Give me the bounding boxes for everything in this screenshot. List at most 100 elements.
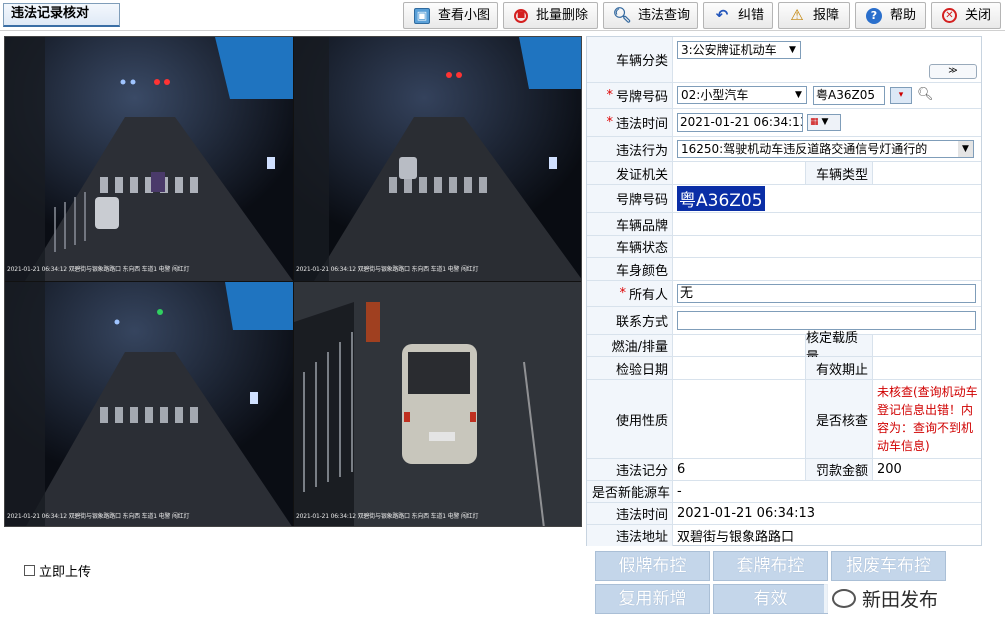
chevron-down-icon: ▼ xyxy=(789,45,796,55)
new-energy-value: - xyxy=(677,484,682,499)
valid-until-label: 有效期止 xyxy=(805,357,873,379)
plate-type-row: * 号牌号码 02:小型汽车 ▼ 粤A36Z05 ▾ 🔍︎ xyxy=(587,83,981,109)
fake-plate-control-button[interactable]: 假牌布控 xyxy=(595,551,710,581)
valid-button[interactable]: 有效 xyxy=(713,584,828,614)
batch-delete-button[interactable]: ■ 批量删除 xyxy=(503,2,598,29)
expand-toggle-button[interactable]: ≫ xyxy=(929,64,977,79)
new-energy-row: 是否新能源车 - xyxy=(587,481,981,503)
checkbox-box[interactable] xyxy=(24,565,35,576)
owner-row: * 所有人 无 xyxy=(587,281,981,307)
vehicle-type-value xyxy=(873,162,981,184)
keyboard-icon: ▾ xyxy=(898,90,904,100)
vehicle-category-select[interactable]: 3:公安牌证机动车 ▼ xyxy=(677,41,801,59)
inspection-date-value xyxy=(673,357,805,379)
violation-act-select[interactable]: 16250:驾驶机动车违反道路交通信号灯通行的 ▼ xyxy=(677,140,974,158)
calendar-icon: ▦ xyxy=(810,117,819,127)
search-icon[interactable]: 🔍︎ xyxy=(917,87,934,102)
body-color-label: 车身颜色 xyxy=(587,258,673,280)
vehicle-brand-row: 车辆品牌 xyxy=(587,213,981,236)
watermark-text: 新田发布 xyxy=(861,588,938,611)
upload-now-checkbox[interactable]: 立即上传 xyxy=(24,561,91,580)
upload-now-label: 立即上传 xyxy=(39,565,92,580)
batch-delete-label: 批量删除 xyxy=(536,8,589,23)
report-fault-button[interactable]: ⚠ 报障 xyxy=(778,2,850,29)
view-thumbnail-label: 查看小图 xyxy=(438,8,491,23)
module-tab[interactable]: 违法记录核对 xyxy=(3,3,120,27)
warning-icon: ⚠ xyxy=(790,6,804,24)
owner-input[interactable]: 无 xyxy=(677,284,976,303)
violation-query-button[interactable]: 🔍︎ 违法查询 xyxy=(603,2,698,29)
fuel-label: 燃油/排量 xyxy=(587,335,673,356)
capture-image-1-drawing xyxy=(5,37,293,281)
fuel-row: 燃油/排量 核定载质量 xyxy=(587,331,981,365)
capture-image-4: 2021-01-21 06:34:12 双碧街与银象路路口 东向西 车道1 电警… xyxy=(294,282,581,526)
body-color-value xyxy=(673,258,973,280)
valid-until-value xyxy=(873,357,981,379)
violation-time-row: 违法时间 2021-01-21 06:34:13 xyxy=(587,503,981,525)
capture-caption-2: 2021-01-21 06:34:12 双碧街与银象路路口 东向西 车道1 电警… xyxy=(296,266,479,273)
violation-time-value: 2021-01-21 06:34:13 xyxy=(677,506,816,521)
help-label: 帮助 xyxy=(890,8,917,23)
capture-image-3: 2021-01-21 06:34:12 双碧街与银象路路口 东向西 车道1 电警… xyxy=(5,282,293,526)
new-energy-label: 是否新能源车 xyxy=(587,481,673,502)
capture-image-2: 2021-01-21 06:34:12 双碧街与银象路路口 东向西 车道1 电警… xyxy=(294,37,581,281)
violation-act-row: 违法行为 16250:驾驶机动车违反道路交通信号灯通行的 ▼ xyxy=(587,137,981,162)
violation-act-label: 违法行为 xyxy=(587,137,673,161)
vehicle-status-row: 车辆状态 xyxy=(587,236,981,258)
chevron-down-icon: ▼ xyxy=(958,141,973,157)
view-thumbnail-button[interactable]: ▣ 查看小图 xyxy=(403,2,498,29)
violation-time-edit-row: * 违法时间 2021-01-21 06:34:13 ▦ ▼ xyxy=(587,109,981,137)
rated-load-label: 核定载质量 xyxy=(805,331,873,365)
contact-row: 联系方式 xyxy=(587,307,981,335)
violation-image-panel[interactable]: 2021-01-21 06:34:12 双碧街与银象路路口 东向西 车道1 电警… xyxy=(4,36,582,527)
capture-image-3-drawing xyxy=(5,282,293,526)
picture-icon: ▣ xyxy=(414,7,430,24)
search-icon: 🔍︎ xyxy=(612,6,632,24)
violation-query-label: 违法查询 xyxy=(638,8,691,23)
authority-row: 发证机关 车辆类型 xyxy=(587,162,981,185)
correct-label: 纠错 xyxy=(738,8,765,23)
close-button[interactable]: ✕ 关闭 xyxy=(931,2,1001,29)
violation-address-value: 双碧街与银象路路口 xyxy=(677,530,795,545)
vehicle-brand-value xyxy=(673,213,973,235)
violation-detail-form: 车辆分类 3:公安牌证机动车 ▼ ≫ * 号牌号码 02:小型汽车 ▼ 粤A36Z05… xyxy=(586,36,982,546)
contact-label: 联系方式 xyxy=(587,307,673,334)
capture-caption-3: 2021-01-21 06:34:12 双碧街与银象路路口 东向西 车道1 电警… xyxy=(7,513,190,520)
fuel-value xyxy=(673,335,805,356)
points-label: 违法记分 xyxy=(587,459,673,480)
close-icon: ✕ xyxy=(942,8,957,23)
scrapped-vehicle-control-button[interactable]: 报废车布控 xyxy=(831,551,946,581)
issuing-authority-value xyxy=(673,162,805,184)
owner-label: * 所有人 xyxy=(587,281,673,306)
plate-number-input[interactable]: 粤A36Z05 xyxy=(813,86,885,105)
calendar-picker-button[interactable]: ▦ ▼ xyxy=(807,114,841,131)
points-value: 6 xyxy=(677,462,686,477)
double-chevron-down-icon: ≫ xyxy=(948,66,958,76)
cloned-plate-control-button[interactable]: 套牌布控 xyxy=(713,551,828,581)
delete-icon: ■ xyxy=(514,8,528,23)
violation-address-label: 违法地址 xyxy=(587,525,673,546)
inspection-row: 检验日期 有效期止 xyxy=(587,357,981,380)
vehicle-status-label: 车辆状态 xyxy=(587,236,673,257)
fine-value: 200 xyxy=(877,462,902,477)
capture-image-4-drawing xyxy=(294,282,581,526)
verified-value: 未核查(查询机动车登记信息出错！内容为：查询不到机动车信息) xyxy=(877,385,978,453)
violation-time-input[interactable]: 2021-01-21 06:34:13 xyxy=(677,113,803,132)
usage-label: 使用性质 xyxy=(587,380,673,458)
help-button[interactable]: ? 帮助 xyxy=(855,2,926,29)
usage-value xyxy=(673,380,805,458)
plate-lookup-button[interactable]: ▾ xyxy=(890,87,912,104)
inspection-date-label: 检验日期 xyxy=(587,357,673,379)
plate-type-select[interactable]: 02:小型汽车 ▼ xyxy=(677,86,807,104)
rated-load-value xyxy=(873,335,981,356)
usage-row: 使用性质 是否核查 未核查(查询机动车登记信息出错！内容为：查询不到机动车信息) xyxy=(587,380,981,459)
report-fault-label: 报障 xyxy=(813,8,840,23)
reuse-add-button[interactable]: 复用新增 xyxy=(595,584,710,614)
plate-highlight: 粤A36Z05 xyxy=(677,186,765,211)
vehicle-type-label: 车辆类型 xyxy=(805,162,873,184)
help-icon: ? xyxy=(866,7,882,24)
vehicle-category-label: 车辆分类 xyxy=(587,37,673,82)
vehicle-status-value xyxy=(673,236,973,257)
correct-button[interactable]: ↶ 纠错 xyxy=(703,2,773,29)
issuing-authority-label: 发证机关 xyxy=(587,162,673,184)
